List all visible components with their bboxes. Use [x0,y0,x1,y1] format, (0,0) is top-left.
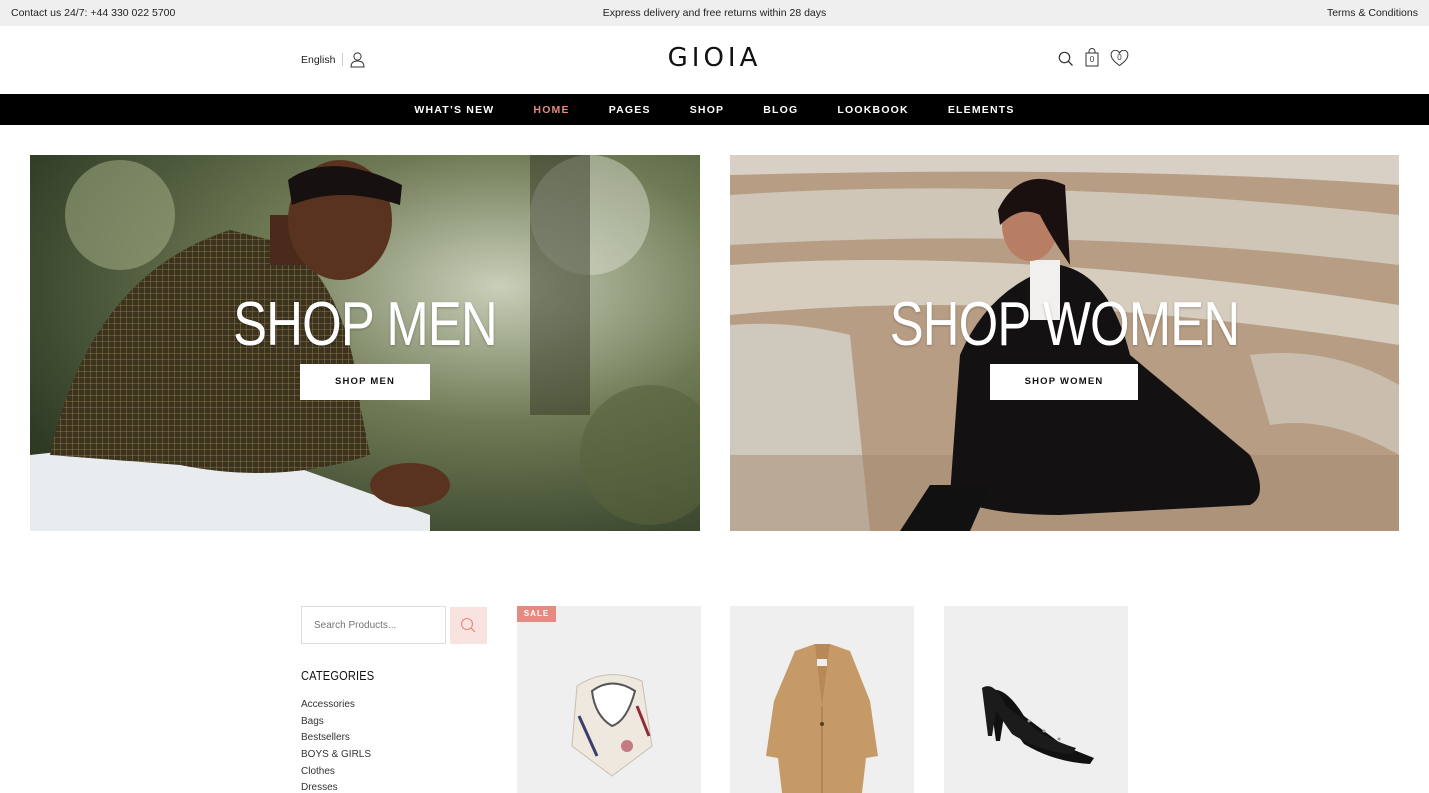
search-icon[interactable] [1057,50,1075,68]
shop-men-title: SHOP MEN [233,290,498,359]
terms-link[interactable]: Terms & Conditions [1327,7,1418,19]
scarf-image [571,674,653,777]
coat-image [766,644,878,793]
nav-item-shop[interactable]: SHOP [670,104,744,116]
wishlist-button[interactable]: 0 [1110,49,1129,67]
product-search-button[interactable] [450,607,487,644]
category-boys-girls[interactable]: BOYS & GIRLS [301,749,371,766]
product-card-heels[interactable] [944,606,1128,793]
cart-button[interactable]: 0 [1084,48,1100,68]
site-logo[interactable]: GIOIA [0,43,1429,73]
categories-heading: CATEGORIES [301,668,375,683]
nav-item-whats-new[interactable]: WHAT’S NEW [395,104,514,116]
category-bestsellers[interactable]: Bestsellers [301,732,371,749]
shop-women-banner[interactable]: SHOP WOMEN SHOP WOMEN [730,155,1399,531]
shop-men-button[interactable]: SHOP MEN [300,364,430,400]
cart-count: 0 [1089,55,1095,64]
category-accessories[interactable]: Accessories [301,699,371,716]
product-search-input[interactable] [301,606,446,644]
shop-women-button[interactable]: SHOP WOMEN [990,364,1138,400]
product-card-coat[interactable] [730,606,914,793]
nav-item-pages[interactable]: PAGES [589,104,670,116]
sale-badge: SALE [517,606,556,622]
category-bags[interactable]: Bags [301,716,371,733]
shop-men-banner[interactable]: SHOP MEN SHOP MEN [30,155,700,531]
main-nav: WHAT’S NEW HOME PAGES SHOP BLOG LOOKBOOK… [0,94,1429,125]
product-card-scarf[interactable] [517,606,701,793]
site-header: English GIOIA 0 0 [0,26,1429,94]
category-dresses[interactable]: Dresses [301,782,371,793]
shop-women-title: SHOP WOMEN [889,290,1240,359]
nav-item-blog[interactable]: BLOG [744,104,818,116]
promo-text: Express delivery and free returns within… [602,7,827,19]
heels-image [982,686,1094,764]
category-list: Accessories Bags Bestsellers BOYS & GIRL… [301,699,371,793]
search-icon [460,617,476,633]
top-bar: Contact us 24/7: +44 330 022 5700 Expres… [0,0,1429,26]
nav-item-lookbook[interactable]: LOOKBOOK [818,104,928,116]
wishlist-count: 0 [1117,53,1122,62]
nav-item-home[interactable]: HOME [514,104,589,116]
category-clothes[interactable]: Clothes [301,766,371,783]
nav-item-elements[interactable]: ELEMENTS [928,104,1034,116]
